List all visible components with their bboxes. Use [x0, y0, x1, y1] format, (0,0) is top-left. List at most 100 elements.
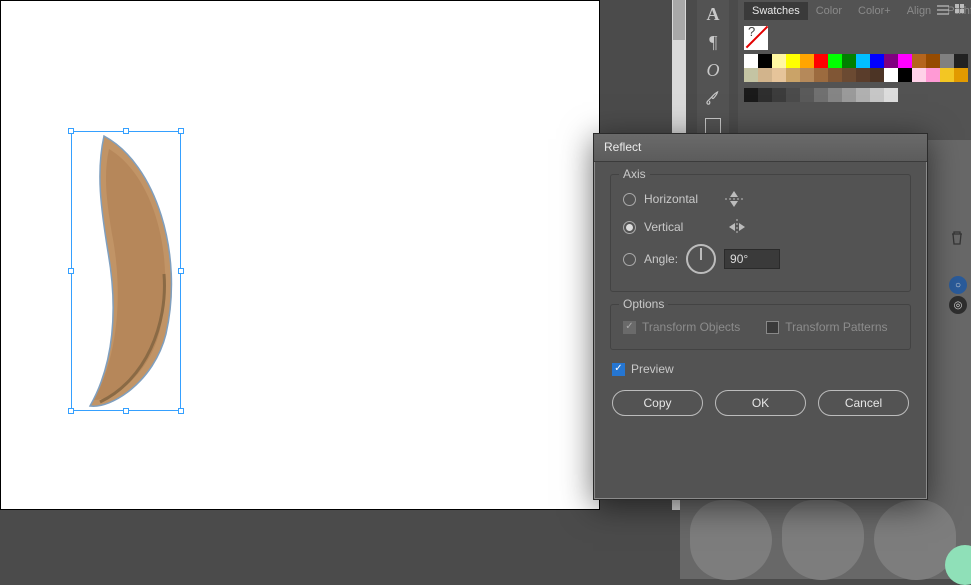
gray-swatch[interactable] [856, 88, 870, 102]
gray-swatch[interactable] [744, 88, 758, 102]
swatch[interactable] [800, 68, 814, 82]
swatch[interactable] [898, 54, 912, 68]
swatch[interactable] [828, 68, 842, 82]
opentype-panel-icon[interactable]: O [697, 56, 729, 84]
swatch[interactable] [926, 68, 940, 82]
radio-angle[interactable] [623, 253, 636, 266]
tab-color-plus[interactable]: Color+ [850, 2, 899, 20]
symbol-thumb-3[interactable] [874, 500, 956, 580]
swatch[interactable] [786, 54, 800, 68]
swatch[interactable] [954, 68, 968, 82]
swatch-grid [744, 54, 968, 82]
swatch[interactable] [870, 68, 884, 82]
swatch[interactable] [856, 68, 870, 82]
angle-knob[interactable] [686, 244, 716, 274]
swatch[interactable] [772, 68, 786, 82]
swatch[interactable] [772, 54, 786, 68]
resize-handle-tl[interactable] [68, 128, 74, 134]
radio-vertical-label: Vertical [644, 220, 683, 234]
swatch[interactable] [828, 54, 842, 68]
swatch[interactable] [898, 68, 912, 82]
angle-input[interactable] [724, 249, 780, 269]
resize-handle-l[interactable] [68, 268, 74, 274]
swatch[interactable] [912, 54, 926, 68]
symbol-thumb-2[interactable] [782, 500, 864, 580]
swatch-list-view-icon[interactable] [935, 2, 951, 18]
swatch[interactable] [884, 54, 898, 68]
gray-swatch[interactable] [800, 88, 814, 102]
gray-swatch[interactable] [758, 88, 772, 102]
swatch[interactable] [786, 68, 800, 82]
angle-label: Angle: [644, 252, 678, 266]
selection-box[interactable] [71, 131, 181, 411]
resize-handle-tr[interactable] [178, 128, 184, 134]
brush-icon[interactable] [697, 84, 729, 112]
radio-vertical[interactable] [623, 221, 636, 234]
resize-handle-bl[interactable] [68, 408, 74, 414]
swatch[interactable] [814, 68, 828, 82]
type-tool-column: A ¶ O [697, 0, 729, 140]
swatch[interactable] [842, 54, 856, 68]
ok-button[interactable]: OK [715, 390, 806, 416]
character-panel-icon[interactable]: A [697, 0, 729, 28]
artboard[interactable] [0, 0, 600, 510]
swatch[interactable] [744, 68, 758, 82]
dialog-title[interactable]: Reflect [594, 134, 927, 162]
gray-swatch[interactable] [828, 88, 842, 102]
vertical-axis-icon [725, 218, 749, 236]
tab-swatches[interactable]: Swatches [744, 2, 808, 20]
swatch[interactable] [912, 68, 926, 82]
gray-ramp [744, 88, 965, 102]
swatches-panel: Swatches Color Color+ Align Pathfi ? [738, 0, 971, 140]
swatch[interactable] [800, 54, 814, 68]
swatch[interactable] [926, 54, 940, 68]
swatch[interactable] [814, 54, 828, 68]
fill-none-swatch[interactable]: ? [744, 26, 768, 50]
check-transform-patterns [766, 321, 779, 334]
symbol-thumb-1[interactable] [690, 500, 772, 580]
swatch[interactable] [744, 54, 758, 68]
cancel-button[interactable]: Cancel [818, 390, 909, 416]
check-transform-objects-label: Transform Objects [642, 320, 740, 334]
check-preview[interactable] [612, 363, 625, 376]
resize-handle-br[interactable] [178, 408, 184, 414]
swatch[interactable] [758, 54, 772, 68]
swatch-grid-view-icon[interactable] [953, 2, 969, 18]
gray-swatch[interactable] [842, 88, 856, 102]
check-transform-objects [623, 321, 636, 334]
options-group: Options Transform Objects Transform Patt… [610, 304, 911, 350]
copy-button[interactable]: Copy [612, 390, 703, 416]
check-preview-label: Preview [631, 362, 674, 376]
layer-target-icon[interactable]: ○ [949, 276, 967, 294]
resize-handle-b[interactable] [123, 408, 129, 414]
canvas-area [0, 0, 680, 579]
radio-horizontal-label: Horizontal [644, 192, 698, 206]
gray-swatch[interactable] [870, 88, 884, 102]
radio-horizontal[interactable] [623, 193, 636, 206]
resize-handle-t[interactable] [123, 128, 129, 134]
layer-target-icon-2[interactable]: ◎ [949, 296, 967, 314]
options-group-label: Options [619, 297, 668, 311]
swatch[interactable] [884, 68, 898, 82]
trash-icon[interactable] [949, 230, 965, 246]
swatch[interactable] [842, 68, 856, 82]
symbol-shelf [690, 500, 960, 580]
tab-color[interactable]: Color [808, 2, 850, 20]
selection-outline [71, 131, 181, 411]
tab-align[interactable]: Align [899, 2, 939, 20]
gray-swatch[interactable] [814, 88, 828, 102]
gray-swatch[interactable] [884, 88, 898, 102]
axis-group-label: Axis [619, 167, 650, 181]
resize-handle-r[interactable] [178, 268, 184, 274]
gray-swatch[interactable] [786, 88, 800, 102]
swatch[interactable] [954, 54, 968, 68]
swatch[interactable] [940, 68, 954, 82]
swatch[interactable] [870, 54, 884, 68]
swatch[interactable] [856, 54, 870, 68]
gray-swatch[interactable] [772, 88, 786, 102]
swatch[interactable] [758, 68, 772, 82]
scrollbar-thumb[interactable] [673, 0, 685, 40]
paragraph-panel-icon[interactable]: ¶ [697, 28, 729, 56]
swatch[interactable] [940, 54, 954, 68]
stroke-box-icon[interactable] [705, 118, 721, 134]
